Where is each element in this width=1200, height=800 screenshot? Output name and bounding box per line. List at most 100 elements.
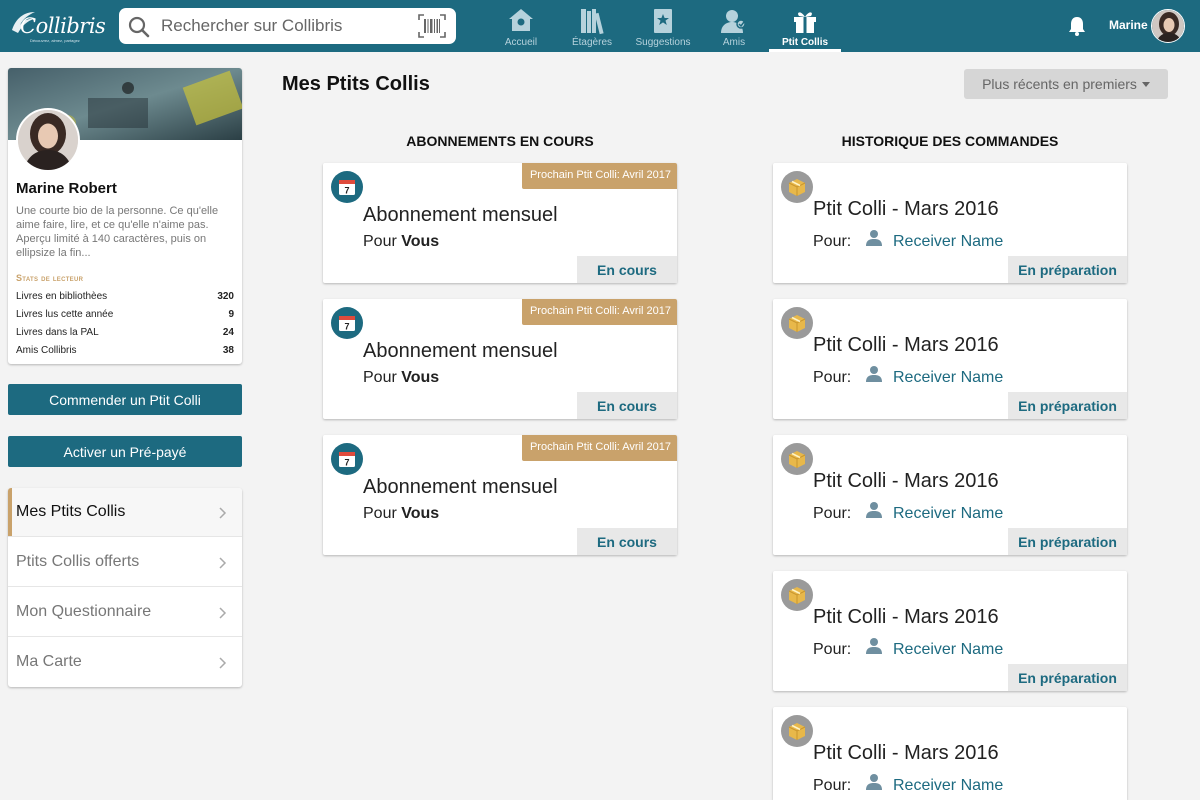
chevron-right-icon [219,657,227,669]
status-badge: En cours [577,392,677,419]
stat-value: 24 [222,327,234,338]
stat-value: 9 [228,309,234,320]
activate-prepaid-button[interactable]: Activer un Pré-payé [8,436,242,467]
nav-label: Étagères [571,37,613,48]
receiver-name-link[interactable]: Receiver Name [893,777,1003,795]
menu-item-mes-ptits-collis[interactable]: Mes Ptits Collis [8,488,242,537]
nav-amis[interactable]: Amis [698,0,770,52]
order-card[interactable]: Ptit Colli - Mars 2016 Pour: Receiver Na… [773,571,1127,691]
for-who: Vous [401,369,440,386]
bell-icon[interactable] [1066,15,1088,37]
subscription-title: Abonnement mensuel [363,340,558,362]
menu-item-label: Mes Ptits Collis [16,503,126,520]
menu-item-label: Ma Carte [16,653,82,670]
nav-label: Ptit Collis [781,37,829,48]
gift-icon [794,12,816,33]
stat-value: 320 [217,291,234,302]
stat-row: Amis Collibris 38 [16,345,234,357]
order-card[interactable]: Ptit Colli - Mars 2016 Pour: Receiver Na… [773,435,1127,555]
side-menu: Mes Ptits Collis Ptits Collis offerts Mo… [8,488,242,687]
package-icon [781,579,813,611]
calendar-day: 7 [344,322,349,332]
for-prefix: Pour [363,369,397,386]
active-tab-indicator [769,49,841,52]
order-title: Ptit Colli - Mars 2016 [813,606,999,628]
search-input[interactable] [161,14,411,38]
house-icon [509,9,533,31]
for-label: Pour: [813,233,852,250]
suggestion-book-icon [654,9,672,33]
package-icon [781,307,813,339]
for-label: Pour: [813,641,852,658]
subscriptions-heading: ABONNEMENTS EN COURS [406,133,594,149]
chevron-right-icon [219,507,227,519]
for-label: Pour: [813,505,852,522]
stat-label: Amis Collibris [16,345,77,356]
barcode-scan-icon[interactable] [417,13,447,39]
for-label: Pour: [813,777,852,794]
nav-etageres[interactable]: Étagères [556,0,628,52]
calendar-icon: 7 [331,171,363,203]
receiver-name-link[interactable]: Receiver Name [893,641,1003,659]
nav-suggestions[interactable]: Suggestions [627,0,699,52]
subscription-title: Abonnement mensuel [363,476,558,498]
status-badge: En préparation [1008,664,1127,691]
order-card[interactable]: Ptit Colli - Mars 2016 Pour: Receiver Na… [773,163,1127,283]
subscription-title: Abonnement mensuel [363,204,558,226]
for-label: Pour: [813,369,852,386]
user-name[interactable]: Marine [1109,18,1148,32]
menu-item-ma-carte[interactable]: Ma Carte [8,638,242,687]
calendar-day: 7 [344,186,349,196]
stat-label: Livres en bibliothèes [16,291,108,302]
subscription-card[interactable]: 7 Prochain Ptit Colli: Avril 2017 Abonne… [323,163,677,283]
status-badge: En cours [577,528,677,555]
next-colli-badge: Prochain Ptit Colli: Avril 2017 [521,163,677,189]
person-icon [866,230,882,246]
search-bar[interactable] [119,8,456,44]
person-icon [866,638,882,654]
order-card[interactable]: Ptit Colli - Mars 2016 Pour: Receiver Na… [773,299,1127,419]
stat-row: Livres lus cette année 9 [16,309,234,321]
menu-item-ptits-collis-offerts[interactable]: Ptits Collis offerts [8,538,242,587]
collibris-logo[interactable]: Collibris Découvrez, aimez, partagez [8,8,106,44]
orders-heading: HISTORIQUE DES COMMANDES [841,133,1059,149]
for-prefix: Pour [363,505,397,522]
profile-bio: Une courte bio de la personne. Ce qu'ell… [16,205,219,259]
nav-label: Suggestions [635,37,691,48]
chevron-right-icon [219,557,227,569]
stat-label: Livres dans la PAL [16,327,99,338]
status-badge: En préparation [1008,392,1127,419]
stat-row: Livres en bibliothèes 320 [16,291,234,303]
for-who: Vous [401,505,440,522]
subscription-card[interactable]: 7 Prochain Ptit Colli: Avril 2017 Abonne… [323,435,677,555]
status-badge: En cours [577,256,677,283]
order-ptit-colli-button[interactable]: Commender un Ptit Colli [8,384,242,415]
receiver-name-link[interactable]: Receiver Name [893,369,1003,387]
menu-item-label: Ptits Collis offerts [16,553,140,570]
menu-item-mon-questionnaire[interactable]: Mon Questionnaire [8,588,242,637]
nav-ptit-collis[interactable]: Ptit Collis [769,0,841,52]
active-menu-indicator [8,488,12,536]
nav-accueil[interactable]: Accueil [485,0,557,52]
subscription-recipient: Pour Vous [363,505,439,523]
package-icon [781,443,813,475]
stats-title: Stats de lecteur [16,273,84,283]
profile-name: Marine Robert [16,180,117,197]
user-avatar[interactable] [1151,9,1185,43]
order-card[interactable]: Ptit Colli - Mars 2016 Pour: Receiver Na… [773,707,1127,800]
subscription-card[interactable]: 7 Prochain Ptit Colli: Avril 2017 Abonne… [323,299,677,419]
status-badge: En préparation [1008,528,1127,555]
subscription-recipient: Pour Vous [363,233,439,251]
nav-label: Accueil [504,37,538,48]
package-icon [781,171,813,203]
order-title: Ptit Colli - Mars 2016 [813,470,999,492]
search-icon [128,16,150,38]
books-icon [581,9,604,35]
logo-text: Collibris [20,14,106,38]
receiver-name-link[interactable]: Receiver Name [893,505,1003,523]
sort-dropdown[interactable]: Plus récents en premiers [964,69,1168,99]
receiver-name-link[interactable]: Receiver Name [893,233,1003,251]
chevron-right-icon [219,607,227,619]
profile-avatar[interactable] [16,108,80,172]
order-title: Ptit Colli - Mars 2016 [813,334,999,356]
